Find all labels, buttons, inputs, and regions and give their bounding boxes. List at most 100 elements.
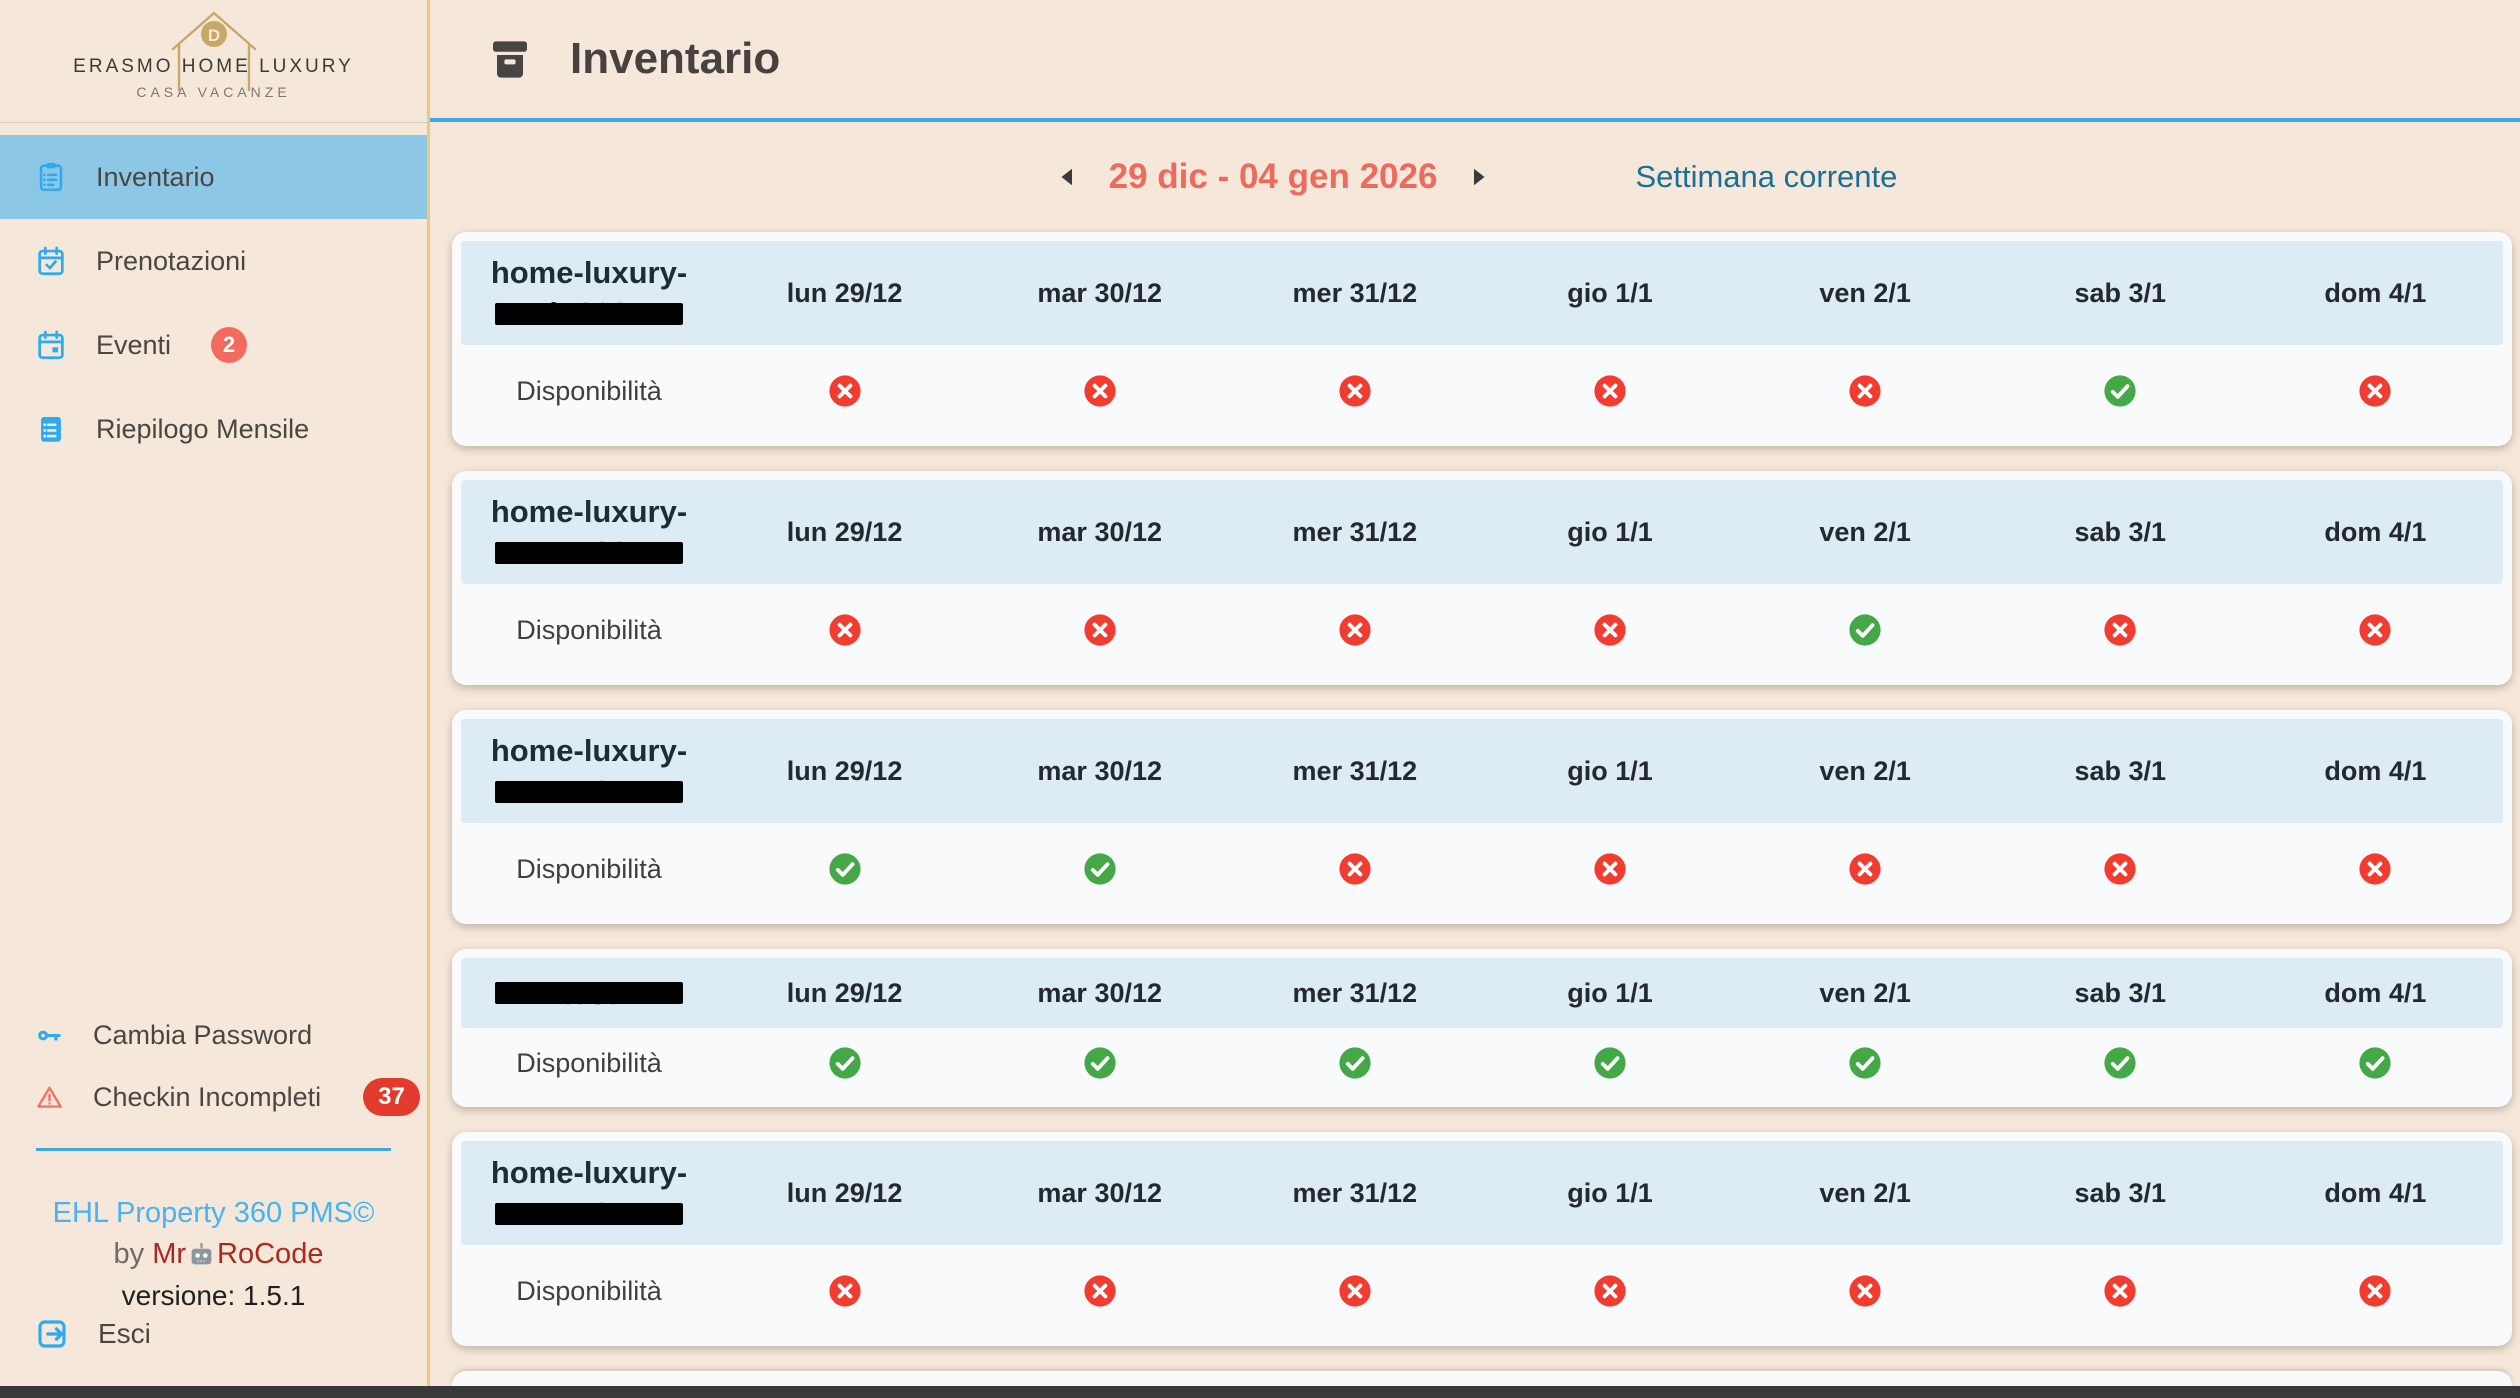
sidebar-item-label: Riepilogo Mensile (96, 414, 309, 445)
partial-card-top-edge (452, 1371, 2512, 1387)
previous-week-button[interactable] (1047, 156, 1089, 198)
availability-cell[interactable] (1993, 1273, 2248, 1309)
availability-cell[interactable] (972, 373, 1227, 409)
availability-cell[interactable] (1738, 612, 1993, 648)
redaction-bar (495, 781, 683, 803)
availability-cell[interactable] (1227, 612, 1482, 648)
unavailable-cross-icon (827, 612, 863, 648)
availability-cell[interactable] (1738, 373, 1993, 409)
property-name-line1: home-luxury- (461, 491, 717, 532)
availability-cell[interactable] (1227, 1273, 1482, 1309)
unavailable-cross-icon (1082, 373, 1118, 409)
property-name-line2: a 104 (546, 771, 632, 812)
property-name-line2: a 102 (546, 532, 632, 573)
sidebar-item-riepilogo-mensile[interactable]: Riepilogo Mensile (0, 387, 427, 471)
available-check-icon (1337, 1045, 1373, 1081)
availability-cell[interactable] (972, 1045, 1227, 1081)
availability-label: Disponibilità (461, 854, 717, 885)
sidebar-item-label: Eventi (96, 330, 171, 361)
availability-cell[interactable] (972, 1273, 1227, 1309)
sidebar-item-eventi[interactable]: Eventi 2 (0, 303, 427, 387)
property-name-line1: home-luxury- (461, 1152, 717, 1193)
availability-cell[interactable] (1227, 1045, 1482, 1081)
current-week-button[interactable]: Settimana corrente (1629, 158, 1903, 196)
next-card-partial (430, 1371, 2520, 1387)
availability-cell[interactable] (1482, 851, 1737, 887)
week-navigator: 29 dic - 04 gen 2026 Settimana corrente (430, 122, 2520, 232)
week-range-label: 29 dic - 04 gen 2026 (1109, 157, 1438, 197)
availability-cell[interactable] (1227, 851, 1482, 887)
day-header: lun 29/12 (717, 756, 972, 787)
available-check-icon (827, 1045, 863, 1081)
availability-cell[interactable] (1482, 373, 1737, 409)
logout-button[interactable]: Esci (0, 1316, 427, 1352)
availability-cell[interactable] (1993, 373, 2248, 409)
day-header: dom 4/1 (2248, 1178, 2503, 1209)
unavailable-cross-icon (2102, 1273, 2138, 1309)
availability-cell[interactable] (1482, 1273, 1737, 1309)
calendar-icon (34, 328, 68, 362)
property-name-line2: b 202 (545, 293, 632, 334)
availability-label: Disponibilità (461, 615, 717, 646)
property-name-line1: home-luxury- (461, 252, 717, 293)
available-check-icon (2102, 373, 2138, 409)
availability-cell[interactable] (972, 851, 1227, 887)
availability-cell[interactable] (1993, 851, 2248, 887)
next-week-button[interactable] (1457, 156, 1499, 198)
logo-monogram: D (207, 26, 219, 45)
availability-cell[interactable] (2248, 1273, 2503, 1309)
availability-cell[interactable] (717, 612, 972, 648)
sidebar-item-inventario[interactable]: Inventario (0, 135, 427, 219)
day-header: mar 30/12 (972, 978, 1227, 1009)
arrow-left-icon (1053, 162, 1083, 192)
day-header: lun 29/12 (717, 278, 972, 309)
availability-label: Disponibilità (461, 1048, 717, 1079)
availability-cell[interactable] (1738, 1273, 1993, 1309)
day-header: lun 29/12 (717, 1178, 972, 1209)
availability-cell[interactable] (2248, 612, 2503, 648)
availability-cell[interactable] (1482, 1045, 1737, 1081)
availability-cell[interactable] (717, 1045, 972, 1081)
unavailable-cross-icon (2357, 373, 2393, 409)
card-header-row: home-luxury-a 102lun 29/12mar 30/12mer 3… (461, 480, 2503, 584)
arrow-right-icon (1463, 162, 1493, 192)
unavailable-cross-icon (2102, 612, 2138, 648)
property-name: home-luxury-b 202 (461, 252, 717, 334)
day-header: mar 30/12 (972, 756, 1227, 787)
unavailable-cross-icon (2357, 612, 2393, 648)
sidebar-spacer (0, 471, 427, 1004)
availability-cell[interactable] (717, 1273, 972, 1309)
unavailable-cross-icon (2357, 1273, 2393, 1309)
availability-cell[interactable] (717, 373, 972, 409)
day-header: ven 2/1 (1738, 978, 1993, 1009)
sidebar-item-label: Cambia Password (93, 1020, 312, 1051)
availability-cell[interactable] (1738, 851, 1993, 887)
day-header: dom 4/1 (2248, 756, 2503, 787)
availability-row: Disponibilità (461, 345, 2503, 437)
availability-cell[interactable] (1993, 612, 2248, 648)
card-header-row: testlun 29/12mar 30/12mer 31/12gio 1/1ve… (461, 958, 2503, 1028)
availability-cell[interactable] (1993, 1045, 2248, 1081)
unavailable-cross-icon (2102, 851, 2138, 887)
version-text: versione: 1.5.1 (0, 1275, 427, 1316)
sidebar-item-cambia-password[interactable]: Cambia Password (0, 1004, 427, 1066)
availability-cell[interactable] (2248, 373, 2503, 409)
availability-cell[interactable] (1482, 612, 1737, 648)
app-name-link[interactable]: EHL Property 360 PMS© (0, 1193, 427, 1234)
unavailable-cross-icon (2357, 851, 2393, 887)
availability-cell[interactable] (1227, 373, 1482, 409)
logo-title: ERASMO HOME LUXURY (0, 56, 427, 78)
sidebar-item-checkin-incompleti[interactable]: Checkin Incompleti 37 (0, 1066, 427, 1128)
day-header: mer 31/12 (1227, 978, 1482, 1009)
day-header: sab 3/1 (1993, 517, 2248, 548)
property-name-line2-wrap: a 104 (461, 771, 717, 812)
day-header: mer 31/12 (1227, 278, 1482, 309)
availability-cell[interactable] (2248, 851, 2503, 887)
availability-cell[interactable] (717, 851, 972, 887)
availability-cell[interactable] (2248, 1045, 2503, 1081)
property-card: home-luxury-a 104lun 29/12mar 30/12mer 3… (452, 710, 2512, 924)
availability-cell[interactable] (1738, 1045, 1993, 1081)
day-header: mar 30/12 (972, 1178, 1227, 1209)
availability-cell[interactable] (972, 612, 1227, 648)
sidebar-item-prenotazioni[interactable]: Prenotazioni (0, 219, 427, 303)
